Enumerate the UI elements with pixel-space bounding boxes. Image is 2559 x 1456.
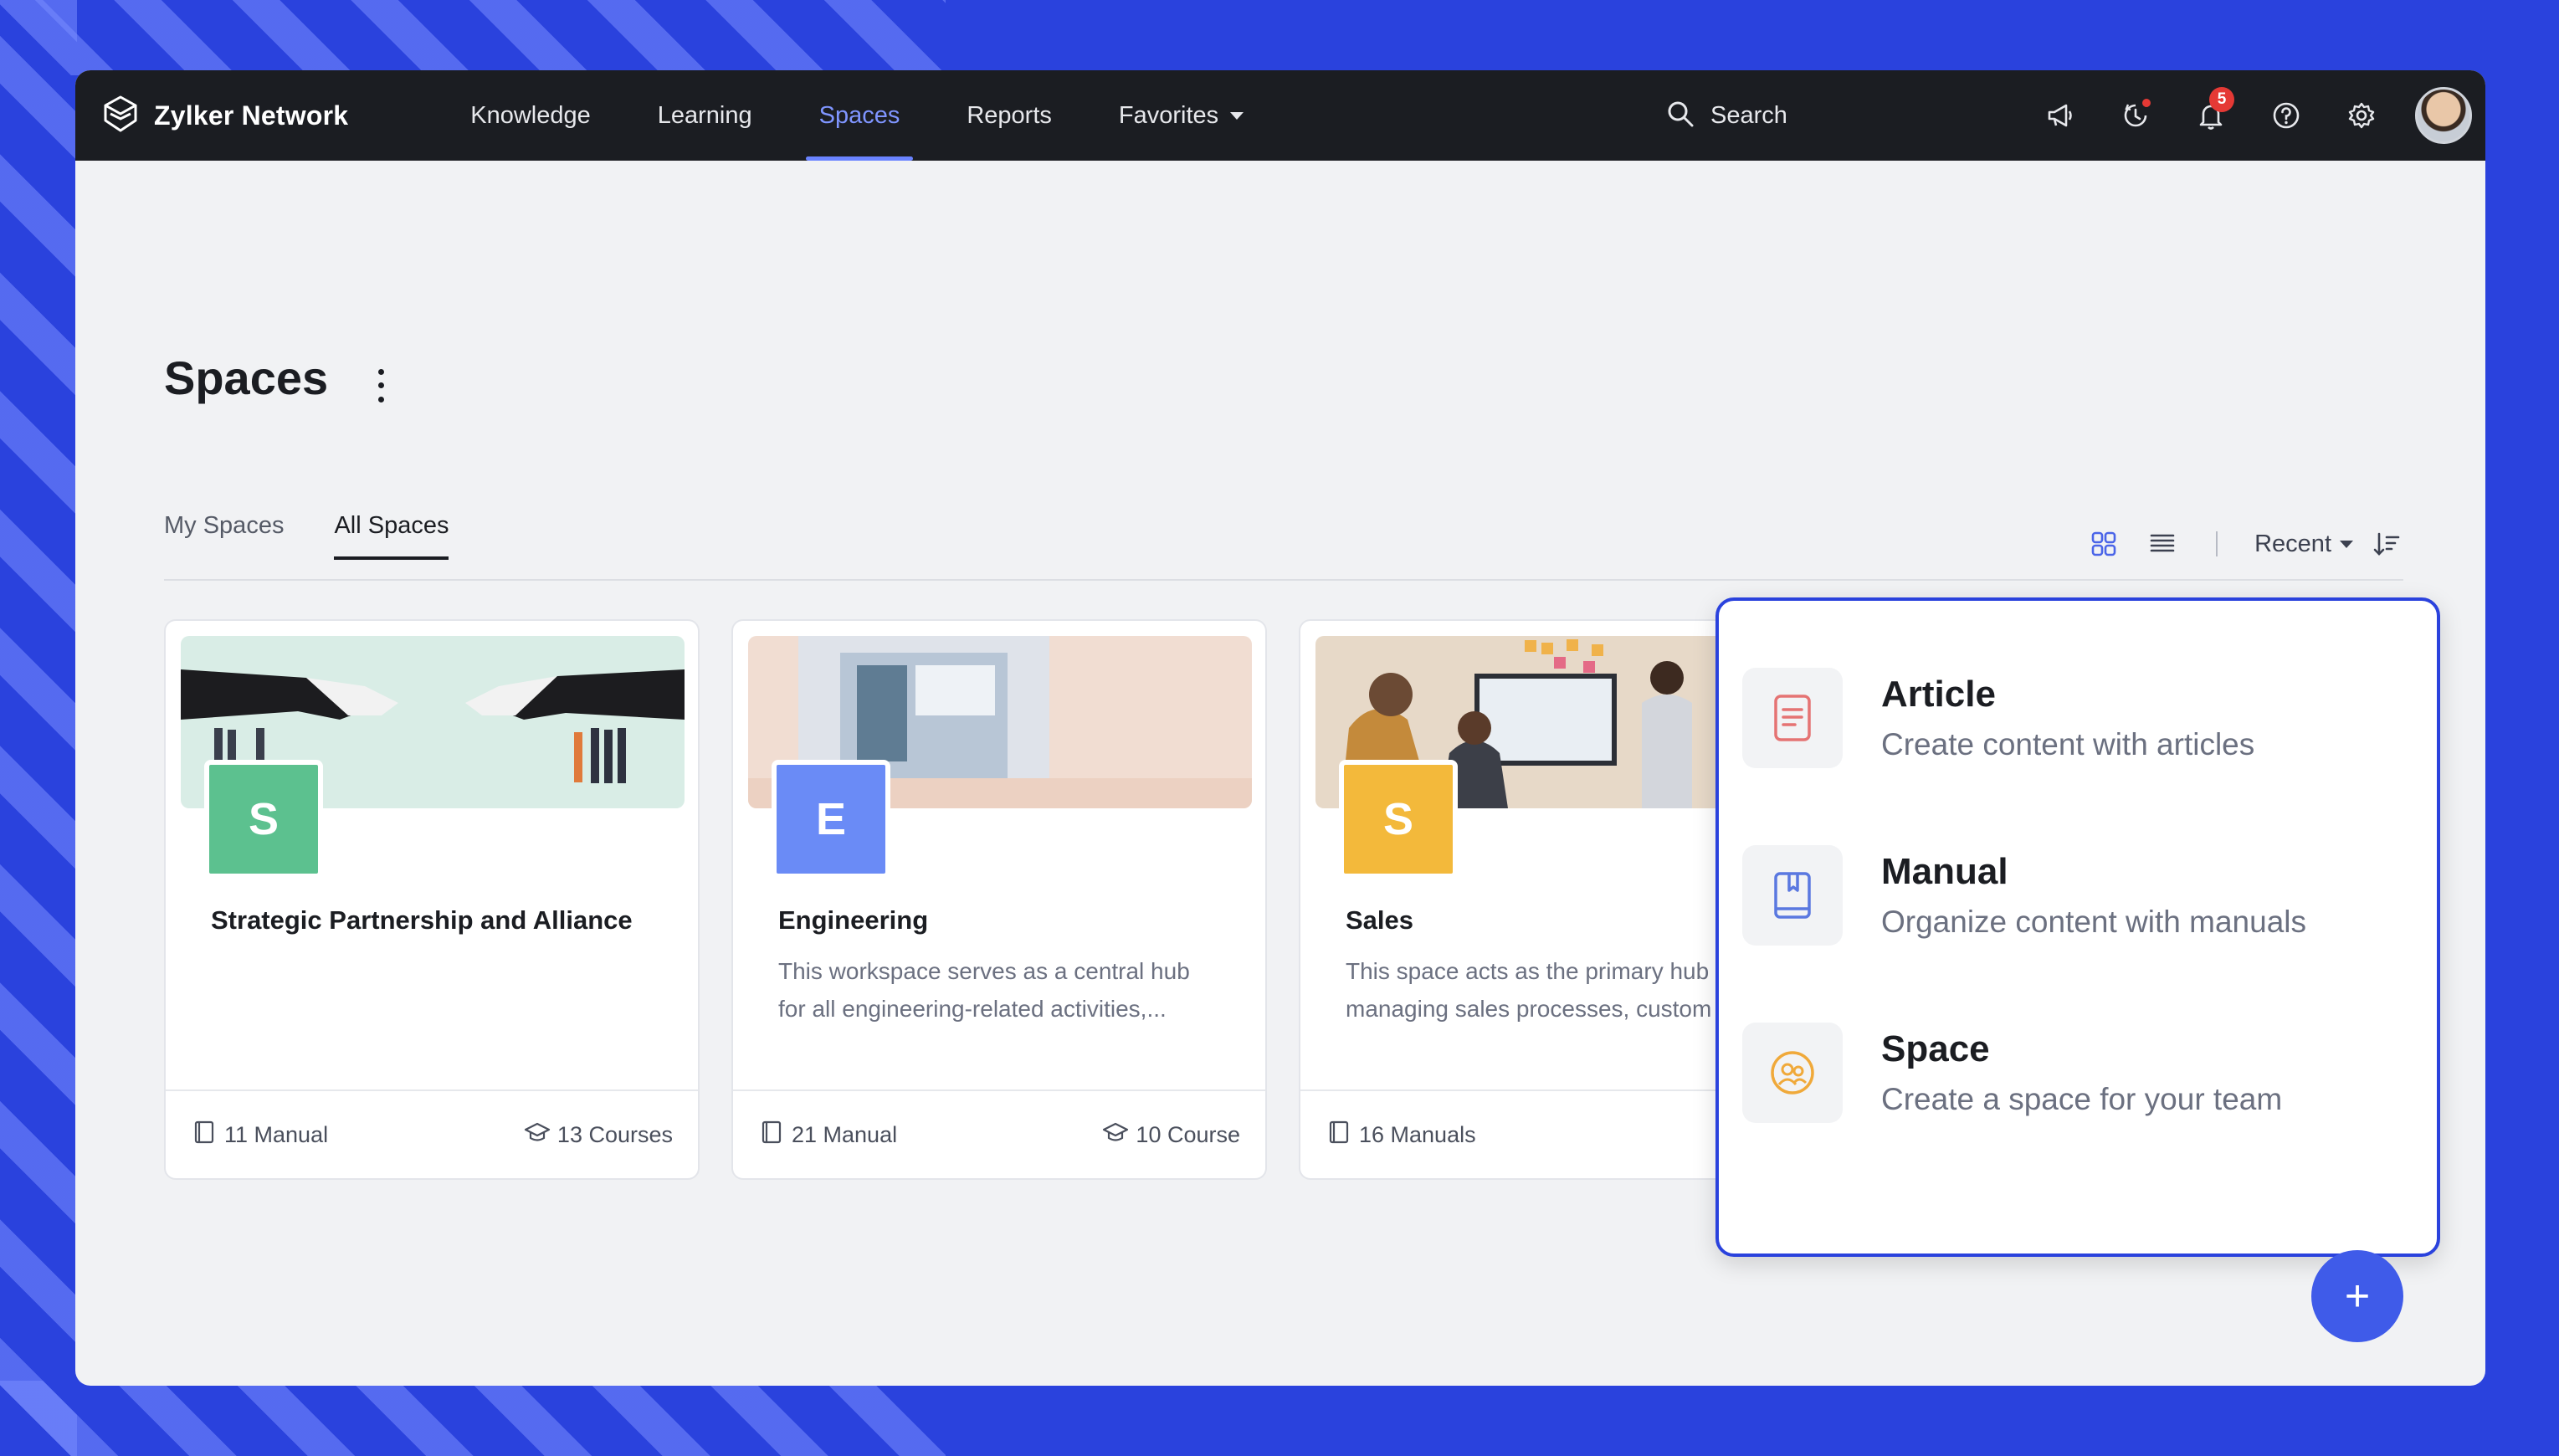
nav-item-label: Spaces — [818, 101, 900, 129]
space-logo: E — [772, 760, 890, 879]
nav-item-label: Reports — [967, 101, 1052, 129]
notification-bell-icon[interactable]: 5 — [2194, 87, 2234, 132]
main-nav: Knowledge Learning Spaces Reports Favori… — [457, 70, 1297, 161]
space-logo: S — [204, 760, 323, 879]
sort-order-icon[interactable] — [2372, 529, 2402, 559]
nav-item-spaces[interactable]: Spaces — [805, 70, 914, 161]
manual-book-icon — [1326, 1119, 1359, 1151]
space-icon — [1742, 1023, 1843, 1123]
chevron-down-icon — [2340, 540, 2353, 548]
space-card[interactable]: S Strategic Partnership and Alliance 11 … — [164, 619, 700, 1180]
app-window: Zylker Network Knowledge Learning Spaces… — [75, 70, 2485, 1386]
tab-all-spaces[interactable]: All Spaces — [334, 512, 449, 560]
course-count-label: 10 Course — [1136, 1121, 1240, 1147]
create-fab-button[interactable]: + — [2311, 1250, 2403, 1342]
more-options-icon[interactable] — [368, 365, 393, 407]
nav-item-favorites[interactable]: Favorites — [1105, 70, 1257, 161]
create-article-option[interactable]: Article Create content with articles — [1742, 659, 2412, 777]
list-view-icon[interactable] — [2147, 529, 2177, 559]
nav-item-label: Favorites — [1118, 101, 1219, 129]
card-footer: 11 Manual 13 Courses — [166, 1089, 698, 1178]
brand-logo-icon — [99, 92, 142, 140]
card-title: Strategic Partnership and Alliance — [211, 905, 633, 935]
grid-view-icon[interactable] — [2089, 529, 2119, 559]
graduation-cap-icon — [524, 1119, 557, 1151]
activity-clock-icon[interactable] — [2119, 99, 2152, 132]
top-navigation-bar: Zylker Network Knowledge Learning Spaces… — [75, 70, 2485, 161]
user-avatar[interactable] — [2415, 87, 2472, 144]
manual-count: 11 Manual — [191, 1119, 328, 1151]
nav-actions: 5 — [2002, 70, 2472, 161]
card-description: This workspace serves as a central hub f… — [778, 958, 1190, 1022]
create-space-option[interactable]: Space Create a space for your team — [1742, 1014, 2412, 1131]
course-count-label: 13 Courses — [556, 1121, 673, 1147]
search-bar[interactable] — [1665, 70, 1895, 161]
help-icon[interactable] — [2269, 99, 2303, 132]
nav-item-learning[interactable]: Learning — [644, 70, 766, 161]
settings-gear-icon[interactable] — [2345, 99, 2378, 132]
chevron-down-icon — [1230, 111, 1244, 120]
manual-icon — [1742, 845, 1843, 946]
stripe-decoration-bottom — [0, 1381, 946, 1456]
create-manual-option[interactable]: Manual Organize content with manuals — [1742, 837, 2412, 954]
view-toolbar: Recent — [2060, 529, 2402, 559]
manual-count: 21 Manual — [758, 1119, 897, 1151]
manual-count: 16 Manuals — [1326, 1119, 1476, 1151]
tab-my-spaces[interactable]: My Spaces — [164, 512, 284, 560]
search-input[interactable] — [1710, 101, 1895, 130]
spaces-tabs: My Spaces All Spaces — [164, 512, 499, 560]
card-title: Sales — [1346, 905, 1414, 935]
menu-item-title: Article — [1881, 674, 1996, 715]
graduation-cap-icon — [1102, 1119, 1136, 1151]
notification-badge: 5 — [2209, 87, 2234, 112]
tabs-divider — [164, 579, 2403, 581]
space-card[interactable]: E Engineering This workspace serves as a… — [731, 619, 1267, 1180]
nav-item-label: Learning — [657, 101, 752, 129]
menu-item-title: Space — [1881, 1028, 1990, 1069]
nav-item-knowledge[interactable]: Knowledge — [457, 70, 604, 161]
manual-book-icon — [758, 1119, 792, 1151]
stripe-decoration-left — [0, 0, 77, 1456]
card-title: Engineering — [778, 905, 929, 935]
brand[interactable]: Zylker Network — [99, 92, 348, 140]
stripe-decoration-top — [0, 0, 946, 75]
activity-indicator-dot — [2142, 99, 2151, 107]
space-logo: S — [1339, 760, 1458, 879]
manual-count-label: 16 Manuals — [1359, 1121, 1476, 1147]
sort-dropdown[interactable]: Recent — [2218, 531, 2353, 558]
nav-item-reports[interactable]: Reports — [953, 70, 1065, 161]
course-count: 10 Course — [1102, 1119, 1240, 1151]
manual-count-label: 11 Manual — [224, 1121, 329, 1147]
menu-item-subtitle: Create a space for your team — [1881, 1082, 2283, 1116]
menu-item-title: Manual — [1881, 851, 2008, 892]
manual-count-label: 21 Manual — [792, 1121, 898, 1147]
course-count: 13 Courses — [524, 1119, 673, 1151]
menu-item-subtitle: Organize content with manuals — [1881, 905, 2306, 939]
sort-label: Recent — [2254, 530, 2331, 557]
page-title: Spaces — [164, 351, 329, 404]
search-icon — [1665, 99, 1695, 133]
article-icon — [1742, 668, 1843, 768]
brand-name: Zylker Network — [154, 100, 349, 131]
menu-item-subtitle: Create content with articles — [1881, 727, 2255, 761]
card-footer: 21 Manual 10 Course — [733, 1089, 1265, 1178]
announcement-icon[interactable] — [2044, 99, 2077, 132]
create-menu-popup: Article Create content with articles Man… — [1715, 597, 2440, 1257]
nav-item-label: Knowledge — [470, 101, 591, 129]
manual-book-icon — [191, 1119, 224, 1151]
